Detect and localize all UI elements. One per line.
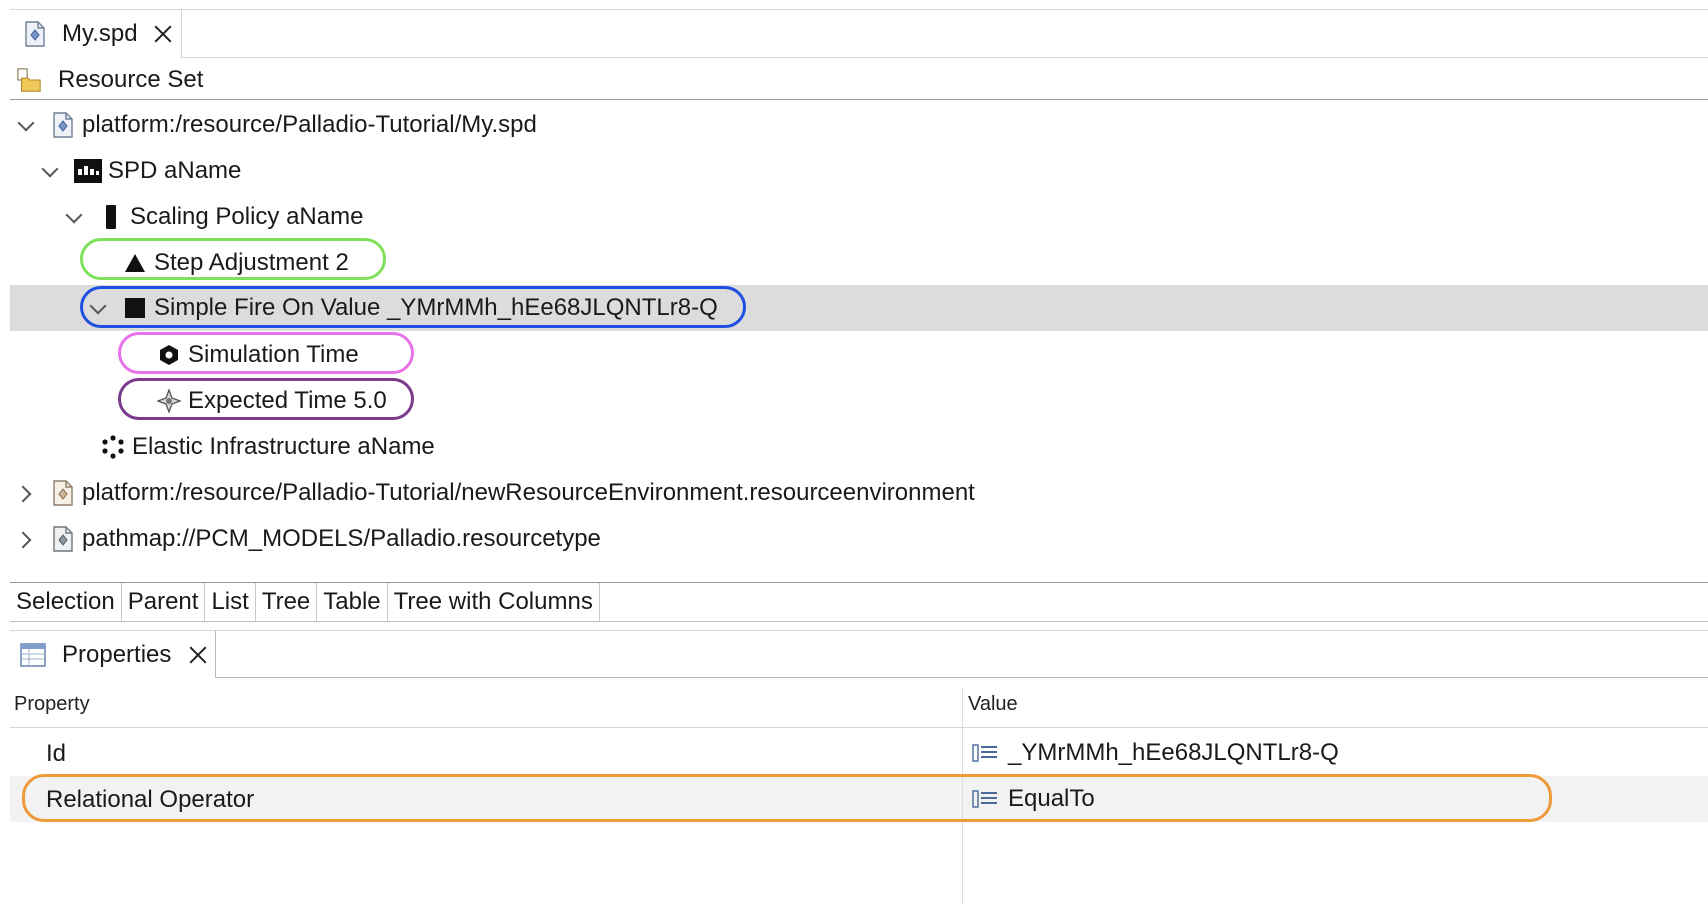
column-header-value[interactable]: Value [968, 693, 1018, 716]
tree-item-label: Scaling Policy aName [130, 203, 364, 230]
scaling-policy-icon [98, 204, 124, 230]
property-name: Relational Operator [46, 786, 255, 813]
tree-item-label: Elastic Infrastructure aName [132, 433, 435, 460]
dots-cluster-icon [100, 434, 126, 460]
tree-item-elastic-infrastructure[interactable]: Elastic Infrastructure aName [10, 424, 1708, 470]
editor-tab-bar: My.spd [10, 10, 1708, 58]
chevron-down-icon[interactable] [88, 298, 108, 318]
tree-item-label: SPD aName [108, 157, 242, 184]
table-row[interactable]: Relational Operator EqualTo [10, 776, 1708, 822]
resource-set-row[interactable]: Resource Set [10, 60, 1708, 100]
table-row[interactable]: Id _YMrMMh_hEe68JLQNTLr8-Q [10, 730, 1708, 776]
resource-set-label: Resource Set [58, 65, 204, 93]
square-icon [122, 295, 148, 321]
tree-item-label: Step Adjustment 2 [154, 249, 349, 276]
tree-item-resourcetype[interactable]: pathmap://PCM_MODELS/Palladio.resourcety… [10, 516, 1708, 562]
property-name: Id [46, 740, 67, 767]
tree-item-spd[interactable]: SPD aName [10, 148, 1708, 194]
chevron-down-icon[interactable] [64, 207, 84, 227]
diamond-star-icon [156, 388, 182, 414]
property-value: _YMrMMh_hEe68JLQNTLr8-Q [1008, 739, 1339, 766]
resource-set-icon [16, 67, 42, 93]
properties-icon [20, 642, 46, 668]
model-file-icon [22, 21, 48, 47]
properties-tab-label: Properties [62, 640, 172, 668]
editor-tab-my-spd[interactable]: My.spd [10, 10, 182, 58]
tree-item-step-adjustment[interactable]: Step Adjustment 2 [10, 240, 1708, 286]
model-file-icon [50, 526, 76, 552]
chevron-right-icon[interactable] [16, 483, 36, 503]
spd-icon [74, 158, 102, 184]
column-header-property[interactable]: Property [14, 693, 90, 716]
close-icon[interactable] [187, 644, 209, 666]
tree-item-label: Simple Fire On Value _YMrMMh_hEe68JLQNTL… [154, 294, 718, 321]
tree-item-label: platform:/resource/Palladio-Tutorial/new… [82, 479, 975, 506]
chevron-down-icon[interactable] [16, 115, 36, 135]
tree-item-label: platform:/resource/Palladio-Tutorial/My.… [82, 111, 537, 138]
tab-selection[interactable]: Selection [10, 583, 122, 621]
tree-item-expected-time[interactable]: Expected Time 5.0 [10, 378, 1708, 424]
model-file-icon [50, 112, 76, 138]
property-value-cell[interactable]: EqualTo [972, 785, 1095, 813]
text-value-icon [972, 743, 998, 763]
tree-item-simple-fire-on-value[interactable]: Simple Fire On Value _YMrMMh_hEe68JLQNTL… [10, 285, 1708, 331]
tree-item-scaling-policy[interactable]: Scaling Policy aName [10, 194, 1708, 240]
tab-parent[interactable]: Parent [122, 583, 206, 621]
model-file-icon [50, 480, 76, 506]
tree-item-label: Expected Time 5.0 [188, 387, 387, 414]
editor-tab-label: My.spd [62, 20, 138, 47]
properties-table-header: Property Value [10, 684, 1708, 728]
properties-tab-bar: Properties [10, 630, 1708, 678]
tab-properties[interactable]: Properties [10, 631, 216, 678]
hexagon-icon [156, 342, 182, 368]
tab-list[interactable]: List [205, 583, 256, 621]
tree-item-resource-environment[interactable]: platform:/resource/Palladio-Tutorial/new… [10, 470, 1708, 516]
tree-item-simulation-time[interactable]: Simulation Time [10, 332, 1708, 378]
tab-tree[interactable]: Tree [256, 583, 318, 621]
column-divider [962, 688, 963, 904]
tree-item-label: pathmap://PCM_MODELS/Palladio.resourcety… [82, 525, 601, 552]
tab-table[interactable]: Table [317, 583, 388, 621]
text-value-icon [972, 789, 998, 809]
tree-item-my-spd[interactable]: platform:/resource/Palladio-Tutorial/My.… [10, 102, 1708, 148]
tree-item-label: Simulation Time [188, 341, 359, 368]
tab-tree-with-columns[interactable]: Tree with Columns [388, 583, 600, 621]
close-icon[interactable] [152, 23, 174, 45]
property-value-cell[interactable]: _YMrMMh_hEe68JLQNTLr8-Q [972, 739, 1339, 767]
chevron-down-icon[interactable] [40, 161, 60, 181]
editor-view-tabs: Selection Parent List Tree Table Tree wi… [10, 582, 1708, 622]
triangle-icon [122, 250, 148, 276]
chevron-right-icon[interactable] [16, 529, 36, 549]
property-value: EqualTo [1008, 785, 1095, 812]
